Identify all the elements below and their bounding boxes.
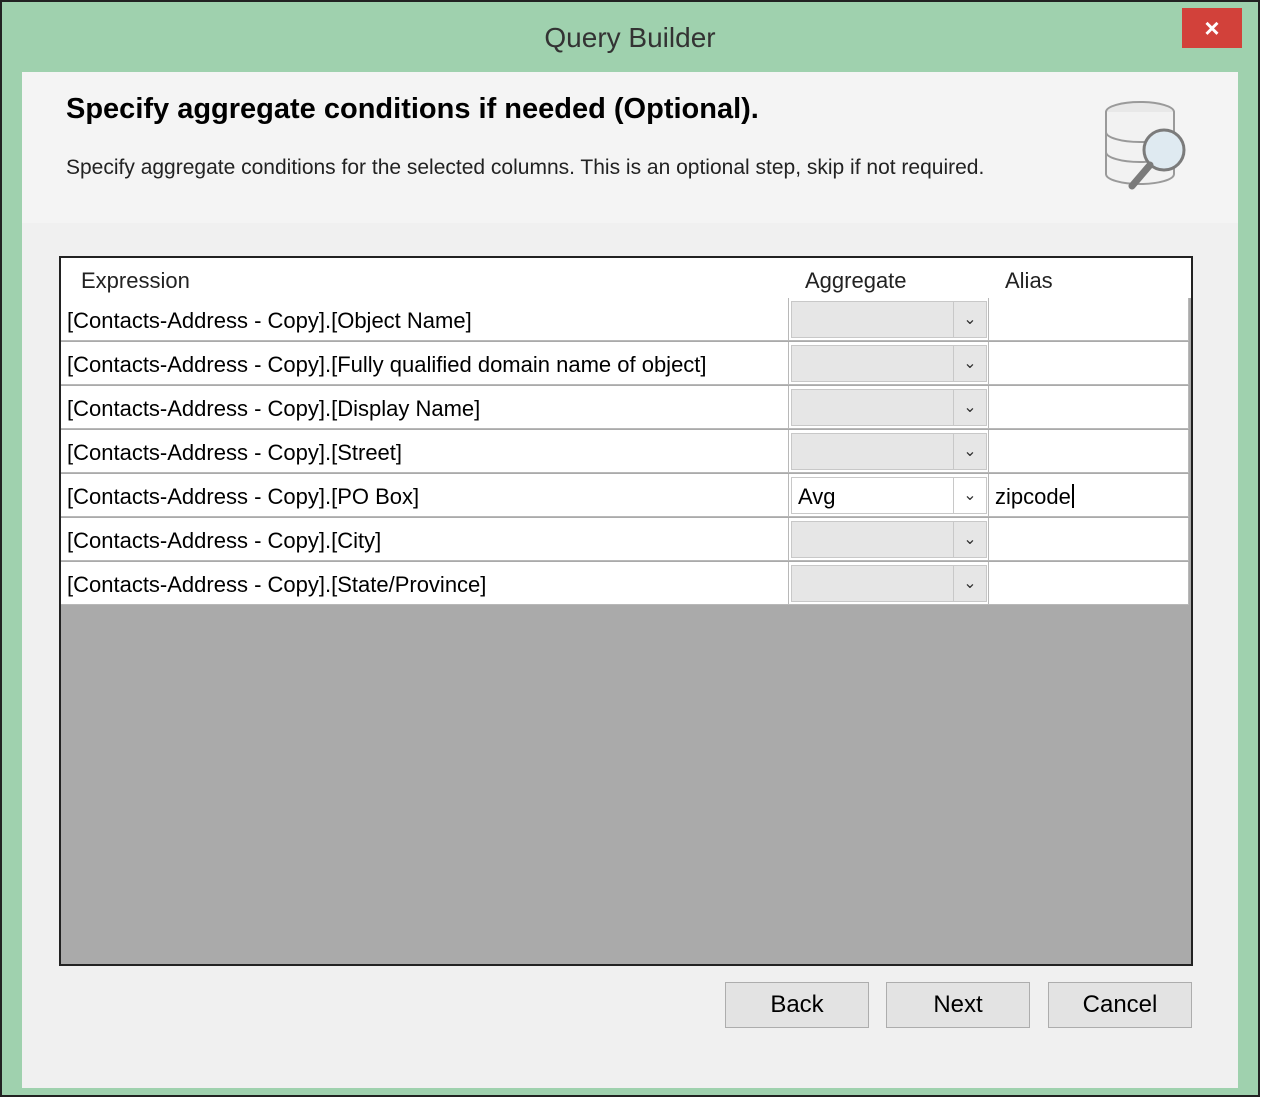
aggregate-cell: ⌄ <box>789 562 989 605</box>
alias-input[interactable] <box>989 430 1189 473</box>
header-band: Specify aggregate conditions if needed (… <box>22 72 1238 223</box>
aggregate-cell: Avg ⌄ <box>789 474 989 517</box>
column-header-alias[interactable]: Alias <box>1005 268 1053 294</box>
expression-cell[interactable]: [Contacts-Address - Copy].[Display Name] <box>61 386 789 429</box>
expression-cell[interactable]: [Contacts-Address - Copy].[City] <box>61 518 789 561</box>
alias-input[interactable] <box>989 386 1189 429</box>
window-title: Query Builder <box>544 22 716 53</box>
cancel-button[interactable]: Cancel <box>1048 982 1192 1028</box>
aggregate-cell: ⌄ <box>789 342 989 385</box>
aggregate-value: Avg <box>798 484 836 509</box>
table-row[interactable]: [Contacts-Address - Copy].[Display Name]… <box>61 386 1191 430</box>
table-row[interactable]: [Contacts-Address - Copy].[State/Provinc… <box>61 562 1191 606</box>
aggregate-cell: ⌄ <box>789 518 989 561</box>
expression-cell[interactable]: [Contacts-Address - Copy].[Object Name] <box>61 298 789 341</box>
aggregate-dropdown[interactable]: Avg ⌄ <box>791 477 987 514</box>
alias-input[interactable] <box>989 298 1189 341</box>
page-description: Specify aggregate conditions for the sel… <box>66 156 985 179</box>
table-row[interactable]: [Contacts-Address - Copy].[Street] ⌄ <box>61 430 1191 474</box>
query-builder-window: Query Builder × Specify aggregate condit… <box>0 0 1260 1097</box>
aggregate-dropdown[interactable]: ⌄ <box>791 521 987 558</box>
chevron-down-icon[interactable]: ⌄ <box>953 566 986 601</box>
expression-cell[interactable]: [Contacts-Address - Copy].[State/Provinc… <box>61 562 789 605</box>
alias-input[interactable]: zipcode <box>989 474 1189 517</box>
table-row[interactable]: [Contacts-Address - Copy].[Object Name] ⌄ <box>61 298 1191 342</box>
chevron-down-icon[interactable]: ⌄ <box>953 302 986 337</box>
expression-cell[interactable]: [Contacts-Address - Copy].[Street] <box>61 430 789 473</box>
alias-input[interactable] <box>989 562 1189 605</box>
next-button[interactable]: Next <box>886 982 1030 1028</box>
expression-cell[interactable]: [Contacts-Address - Copy].[Fully qualifi… <box>61 342 789 385</box>
expression-cell[interactable]: [Contacts-Address - Copy].[PO Box] <box>61 474 789 517</box>
table-row[interactable]: [Contacts-Address - Copy].[PO Box] Avg ⌄ zi… <box>61 474 1191 518</box>
chevron-down-icon[interactable]: ⌄ <box>953 522 986 557</box>
aggregate-dropdown[interactable]: ⌄ <box>791 565 987 602</box>
dialog-body: Specify aggregate conditions if needed (… <box>22 72 1238 1088</box>
chevron-down-icon[interactable]: ⌄ <box>953 390 986 425</box>
aggregate-dropdown[interactable]: ⌄ <box>791 389 987 426</box>
close-button[interactable]: × <box>1182 8 1242 48</box>
chevron-down-icon[interactable]: ⌄ <box>953 478 986 513</box>
back-button[interactable]: Back <box>725 982 869 1028</box>
column-header-expression[interactable]: Expression <box>81 268 190 294</box>
chevron-down-icon[interactable]: ⌄ <box>953 346 986 381</box>
aggregate-dropdown[interactable]: ⌄ <box>791 301 987 338</box>
aggregate-cell: ⌄ <box>789 386 989 429</box>
grid-header: Expression Aggregate Alias <box>61 258 1191 298</box>
alias-value: zipcode <box>995 484 1071 509</box>
page-heading: Specify aggregate conditions if needed (… <box>66 93 759 125</box>
aggregate-cell: ⌄ <box>789 298 989 341</box>
aggregate-cell: ⌄ <box>789 430 989 473</box>
alias-input[interactable] <box>989 518 1189 561</box>
title-bar[interactable]: Query Builder × <box>2 2 1258 72</box>
chevron-down-icon[interactable]: ⌄ <box>953 434 986 469</box>
text-cursor <box>1071 484 1074 508</box>
table-row[interactable]: [Contacts-Address - Copy].[Fully qualifi… <box>61 342 1191 386</box>
table-row[interactable]: [Contacts-Address - Copy].[City] ⌄ <box>61 518 1191 562</box>
database-search-icon <box>1105 101 1186 190</box>
aggregate-grid: Expression Aggregate Alias [Contacts-Add… <box>59 256 1193 966</box>
column-header-aggregate[interactable]: Aggregate <box>805 268 907 294</box>
aggregate-dropdown[interactable]: ⌄ <box>791 433 987 470</box>
aggregate-dropdown[interactable]: ⌄ <box>791 345 987 382</box>
alias-input[interactable] <box>989 342 1189 385</box>
